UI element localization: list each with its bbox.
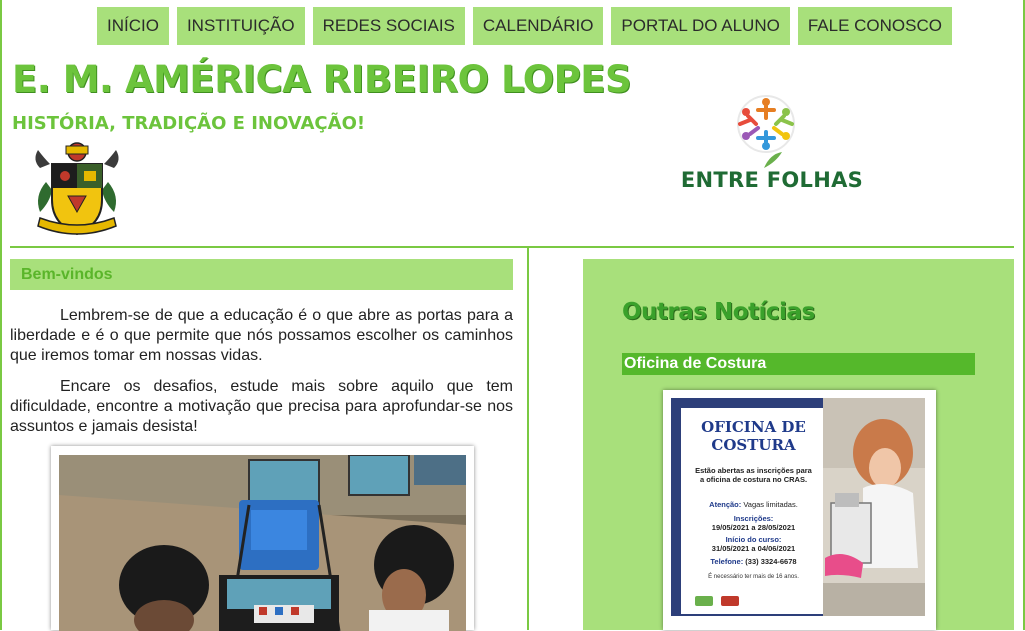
flyer-attention: Atenção: Vagas limitadas. bbox=[681, 500, 826, 509]
nav-item-fale-conosco[interactable]: FALE CONOSCO bbox=[797, 7, 952, 45]
site-subtitle: HISTÓRIA, TRADIÇÃO E INOVAÇÃO! bbox=[12, 113, 366, 134]
flyer-signup-label: Inscrições: bbox=[733, 514, 774, 523]
entre-folhas-logo: ENTRE FOLHAS bbox=[672, 90, 872, 198]
students-chess-photo bbox=[59, 455, 466, 631]
flyer-card: OFICINA DE COSTURA Estão abertas as insc… bbox=[681, 408, 826, 614]
entre-folhas-text: ENTRE FOLHAS bbox=[680, 168, 864, 192]
school-crest-icon bbox=[35, 142, 119, 236]
welcome-photo bbox=[51, 446, 474, 631]
flyer-logos bbox=[695, 596, 739, 606]
nav-item-calendario[interactable]: CALENDÁRIO bbox=[472, 7, 604, 45]
flyer-footnote: É necessário ter mais de 16 anos. bbox=[708, 574, 799, 580]
column-divider bbox=[527, 248, 529, 630]
flyer-attention-text: Vagas limitadas. bbox=[743, 500, 798, 509]
flyer: OFICINA DE COSTURA Estão abertas as insc… bbox=[671, 398, 925, 616]
nav-item-inicio[interactable]: INÍCIO bbox=[97, 7, 169, 45]
flyer-start-label: Início do curso: bbox=[725, 535, 782, 544]
flyer-title-line2: COSTURA bbox=[711, 436, 796, 454]
welcome-paragraph-2: Encare os desafios, estude mais sobre aq… bbox=[10, 378, 513, 435]
flyer-attention-label: Atenção: bbox=[709, 500, 742, 509]
header-divider bbox=[10, 246, 1014, 248]
entre-folhas-logo-icon bbox=[737, 95, 795, 168]
flyer-start-dates: 31/05/2021 a 04/06/2021 bbox=[711, 544, 796, 553]
flyer-phone: Telefone: (33) 3324-6678 bbox=[681, 557, 826, 566]
other-news-heading: Outras Notícias bbox=[622, 299, 815, 325]
flyer-signup-dates: 19/05/2021 a 28/05/2021 bbox=[711, 523, 796, 532]
news-item-title[interactable]: Oficina de Costura bbox=[622, 353, 975, 375]
welcome-paragraph-1: Lembrem-se de que a educação é o que abr… bbox=[10, 307, 513, 364]
flyer-logo-icon bbox=[721, 596, 739, 606]
flyer-phone-label: Telefone: bbox=[710, 557, 744, 566]
other-news-panel: Outras Notícias Oficina de Costura OFICI… bbox=[583, 259, 1014, 630]
nav-item-redes-sociais[interactable]: REDES SOCIAIS bbox=[312, 7, 465, 45]
nav-item-portal-do-aluno[interactable]: PORTAL DO ALUNO bbox=[611, 7, 790, 45]
flyer-phone-number: (33) 3324-6678 bbox=[745, 557, 797, 566]
page-border-left bbox=[0, 0, 2, 630]
flyer-intro: Estão abertas as inscrições para a ofici… bbox=[695, 466, 812, 484]
main-nav: INÍCIO INSTITUIÇÃO REDES SOCIAIS CALENDÁ… bbox=[97, 7, 952, 45]
news-item-image[interactable]: OFICINA DE COSTURA Estão abertas as insc… bbox=[663, 390, 936, 630]
nav-item-instituicao[interactable]: INSTITUIÇÃO bbox=[176, 7, 305, 45]
site-title: E. M. AMÉRICA RIBEIRO LOPES bbox=[12, 58, 632, 101]
welcome-heading: Bem-vindos bbox=[10, 259, 513, 290]
sewing-photo bbox=[823, 398, 925, 616]
flyer-logo-icon bbox=[695, 596, 713, 606]
flyer-title-line1: OFICINA DE bbox=[701, 418, 806, 436]
